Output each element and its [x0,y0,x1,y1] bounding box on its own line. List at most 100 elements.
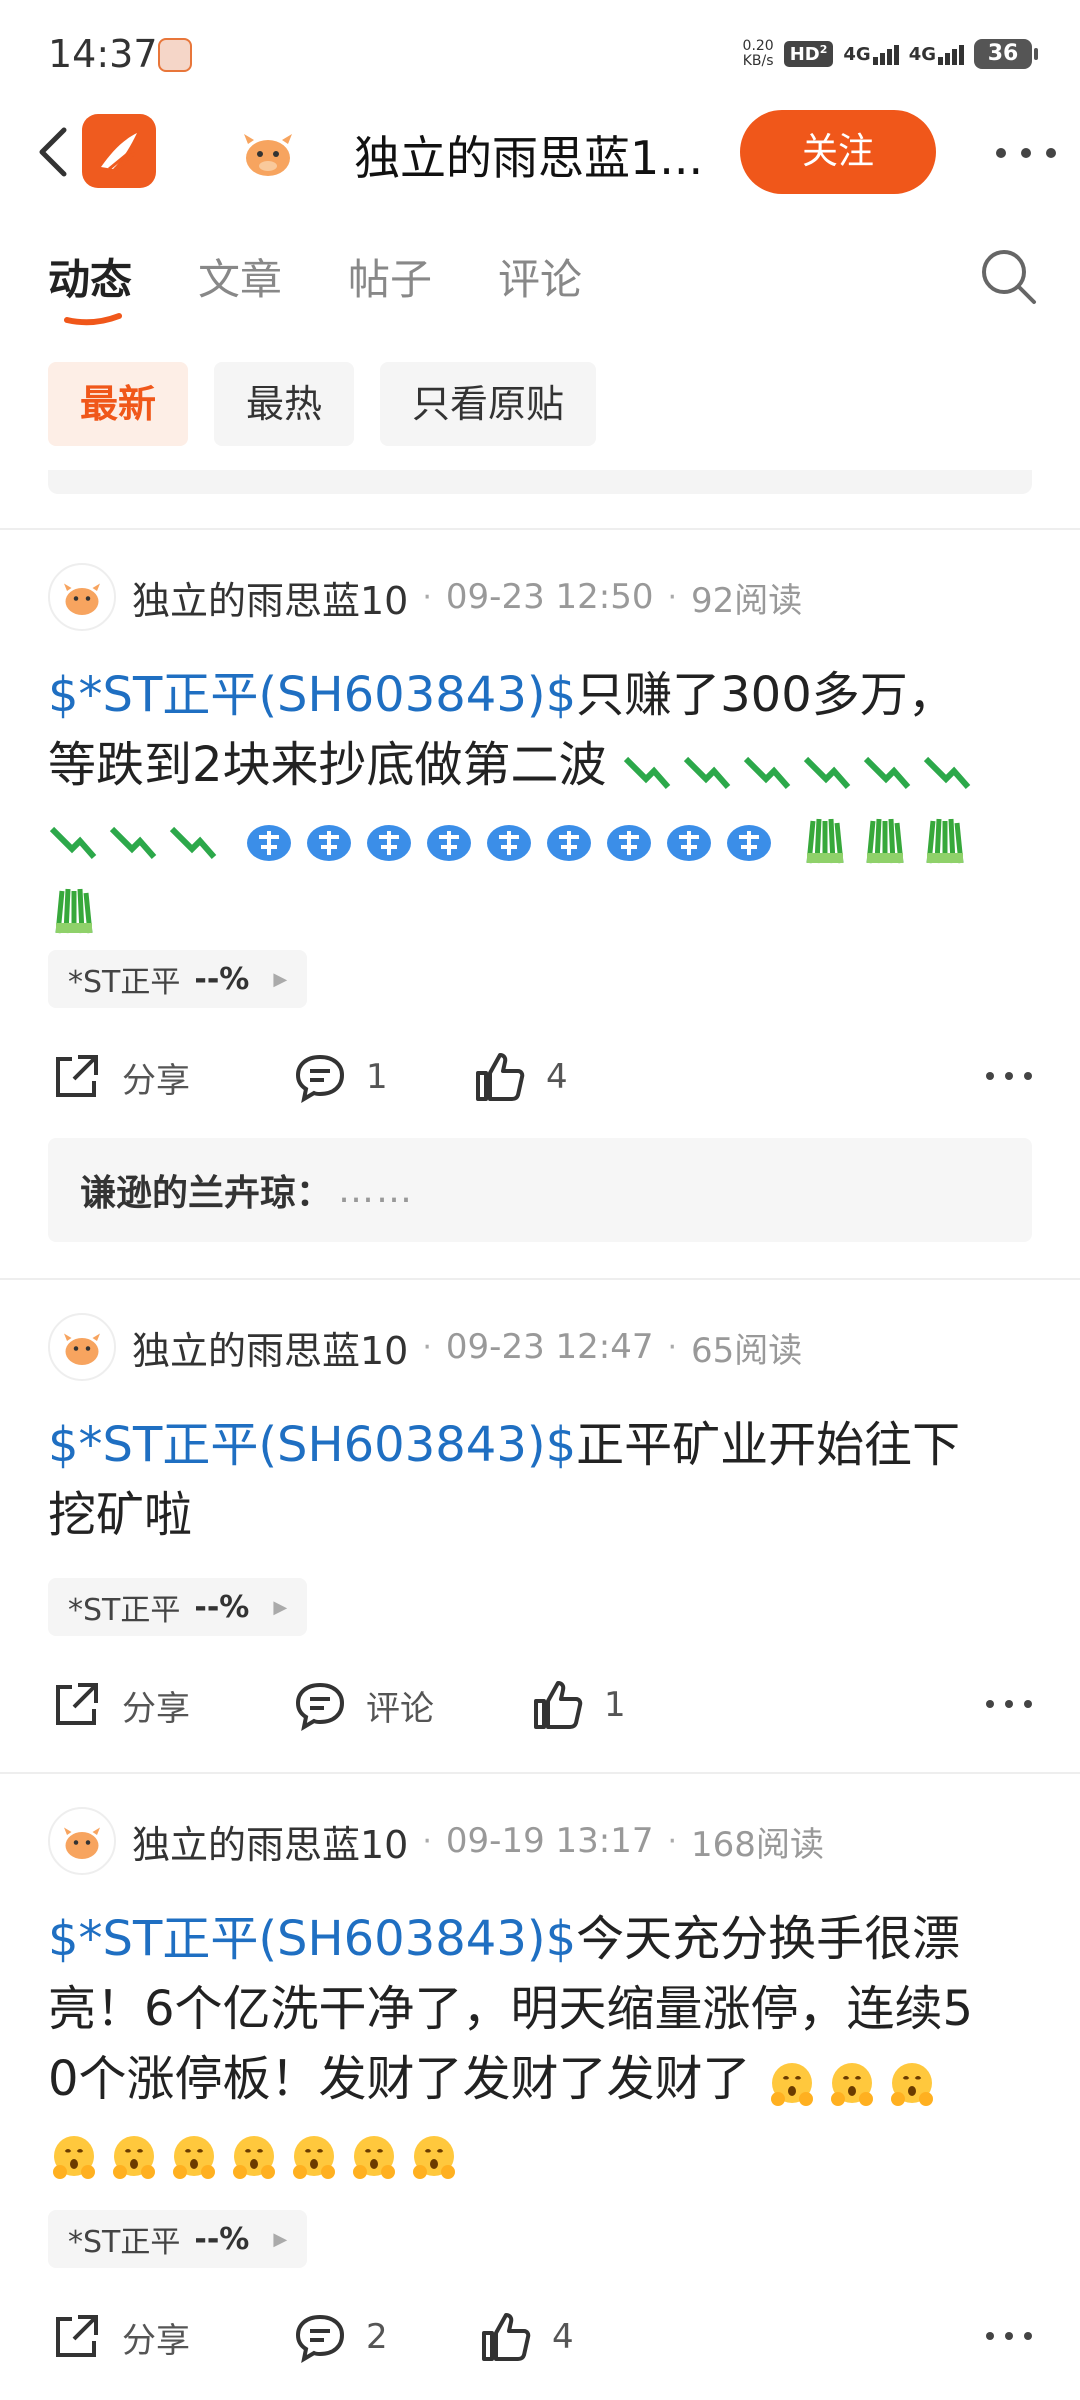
comment-count: 1 [366,1057,388,1097]
post-more-button[interactable] [986,2326,1032,2346]
stock-ticker-link[interactable]: $*ST正平(SH603843)$ [48,667,576,723]
stock-ticker-link[interactable]: $*ST正平(SH603843)$ [48,1417,576,1473]
money-face-icon [830,2063,873,2106]
back-button[interactable] [26,122,86,182]
leek-icon [866,818,904,864]
user-avatar[interactable] [236,120,300,184]
status-bar: 14:37 0.20 KB/s HD2 4G 4G 36 [0,0,1080,100]
follow-button[interactable]: 关注 [740,110,936,194]
post-time: 09-19 13:17 [445,1821,654,1861]
stock-ticker-link[interactable]: $*ST正平(SH603843)$ [48,1911,576,1967]
brand-logo-icon [101,133,137,171]
dot-icon [1005,1072,1013,1080]
like-button[interactable]: 1 [530,1670,626,1740]
tab-articles[interactable]: 文章 [198,246,282,307]
status-time: 14:37 [48,32,158,76]
author-avatar[interactable] [48,1807,116,1875]
comment-icon [295,1682,345,1732]
money-face-icon [353,2136,395,2179]
post-text: 今天充分换手很漂 [576,1911,961,1967]
play-icon: ▶ [273,968,288,990]
play-icon: ▶ [273,2228,288,2250]
reply-author[interactable]: 谦逊的兰卉琼： [80,1164,332,1216]
leek-icon [55,888,93,934]
post-meta: 独立的雨思蓝10 · 09-19 13:17 · 168阅读 [48,1806,824,1876]
post-item[interactable]: 独立的雨思蓝10 · 09-23 12:50 · 92阅读 $*ST正平(SH6… [0,562,1080,1262]
money-face-icon [113,2136,155,2179]
money-face-icon [53,2136,95,2179]
signal-icon-1: 4G [843,44,899,65]
like-count: 4 [552,2317,574,2357]
chevron-left-icon [39,127,67,177]
comment-button[interactable]: 评论 [292,1670,434,1740]
more-options-button[interactable] [996,138,1056,168]
reply-preview[interactable]: 谦逊的兰卉琼：…… [48,1138,1032,1242]
search-button[interactable] [976,244,1040,308]
sell-sticker-icon [247,825,292,861]
emoji-row [622,733,982,803]
divider [0,1772,1080,1774]
sell-sticker-icon [307,825,352,861]
sell-sticker-icon [547,825,592,861]
post-actions: 分享 2 4 [48,2302,1032,2372]
post-time: 09-23 12:50 [445,577,654,617]
leek-icon [926,818,964,864]
emoji-row [48,803,1038,943]
comment-button[interactable]: 1 [292,1042,388,1112]
filter-hottest[interactable]: 最热 [214,362,355,446]
tab-posts[interactable]: 帖子 [348,246,432,307]
stock-name: *ST正平 [68,965,181,1000]
comment-icon [295,2314,345,2364]
cow-avatar-icon [64,1333,100,1365]
stock-change: --% [194,961,250,997]
author-avatar[interactable] [48,1313,116,1381]
author-name[interactable]: 独立的雨思蓝10 [132,1814,408,1869]
tab-bar: 动态 文章 帖子 评论 [0,240,1080,340]
cow-avatar-icon [64,583,100,615]
post-text: 等跌到2块来抄底做第二波 [48,737,607,793]
post-text: 挖矿啦 [48,1487,193,1543]
filter-latest[interactable]: 最新 [48,362,189,446]
battery-icon: 36 [974,39,1038,69]
tab-activity[interactable]: 动态 [48,246,132,307]
post-item[interactable]: 独立的雨思蓝10 · 09-23 12:47 · 65阅读 $*ST正平(SH6… [0,1312,1080,1762]
share-button[interactable]: 分享 [48,1670,190,1740]
stock-name: *ST正平 [68,1593,181,1628]
filter-original-only[interactable]: 只看原贴 [380,362,597,446]
separator: · [667,579,678,615]
post-more-button[interactable] [986,1066,1032,1086]
emoji-row [766,2047,946,2117]
stock-tag[interactable]: *ST正平 --% ▶ [48,950,308,1008]
stock-tag[interactable]: *ST正平 --% ▶ [48,2210,308,2268]
page-title: 独立的雨思蓝1... [354,131,704,185]
share-icon [56,1683,98,1725]
dot-icon [986,2332,994,2340]
share-button[interactable]: 分享 [48,2302,190,2372]
post-item[interactable]: 独立的雨思蓝10 · 09-19 13:17 · 168阅读 $*ST正平(SH… [0,1806,1080,2396]
like-button[interactable]: 4 [478,2302,574,2372]
stock-tag[interactable]: *ST正平 --% ▶ [48,1578,308,1636]
post-time: 09-23 12:47 [445,1327,654,1367]
post-body[interactable]: $*ST正平(SH603843)$正平矿业开始往下 挖矿啦 [48,1410,1038,1550]
leek-icon [806,818,844,864]
post-more-button[interactable] [986,1694,1032,1714]
author-avatar[interactable] [48,563,116,631]
comment-button[interactable]: 2 [292,2302,388,2372]
dot-icon [1024,1072,1032,1080]
post-text: 0个涨停板！发财了发财了发财了 [48,2051,751,2107]
dot-icon [1024,1700,1032,1708]
app-logo[interactable] [82,114,156,188]
dot-icon [1005,1700,1013,1708]
post-body[interactable]: $*ST正平(SH603843)$今天充分换手很漂 亮！6个亿洗干净了，明天缩量… [48,1904,1038,2190]
money-face-icon [233,2136,275,2179]
dot-icon [1021,148,1031,158]
filter-chips: 最新 最热 只看原贴 [48,362,597,446]
author-name[interactable]: 独立的雨思蓝10 [132,1320,408,1375]
tab-comments[interactable]: 评论 [498,246,582,307]
like-button[interactable]: 4 [472,1042,568,1112]
author-name[interactable]: 独立的雨思蓝10 [132,570,408,625]
downtrend-icon [109,826,157,859]
separator: · [422,579,432,615]
share-button[interactable]: 分享 [48,1042,190,1112]
comment-count: 2 [366,2317,388,2357]
